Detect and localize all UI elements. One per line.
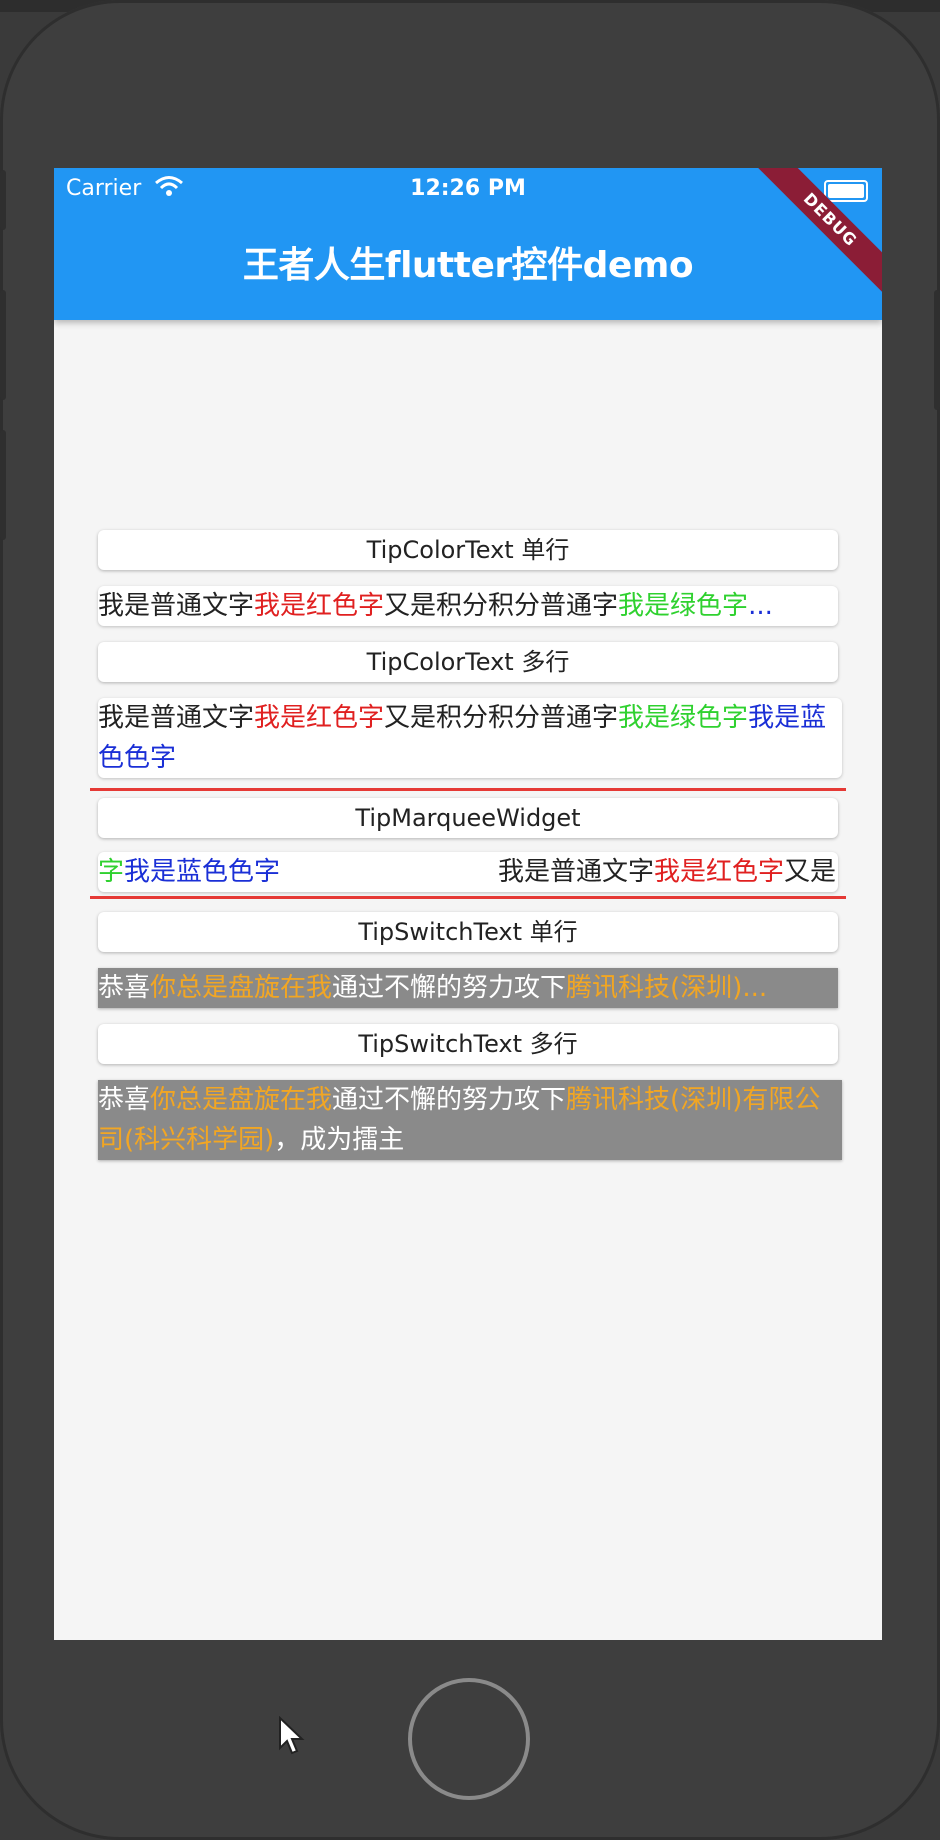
marquee-text-left: 字我是蓝色色字 — [98, 852, 280, 892]
app-bar: Carrier 12:26 PM 王者人生flutter控件demo — [54, 168, 882, 320]
side-button — [0, 290, 6, 400]
text-segment: 我是普通文字 — [98, 703, 255, 733]
tip-color-multi-text: 我是普通文字我是红色字又是积分积分普通字我是绿色字我是蓝色色字 — [98, 698, 842, 778]
text-segment-blue: 我是蓝色色字 — [124, 857, 281, 887]
status-time: 12:26 PM — [410, 176, 526, 201]
app-screen: Carrier 12:26 PM 王者人生flutter控件demo DEBUG… — [54, 168, 882, 1640]
tip-marquee-button[interactable]: TipMarqueeWidget — [98, 798, 838, 838]
text-segment-red: 我是红色字 — [254, 591, 385, 621]
home-button[interactable] — [408, 1678, 530, 1800]
text-segment: 恭喜 — [98, 1085, 151, 1115]
text-segment-orange: 你总是盘旋在我 — [150, 973, 333, 1003]
status-bar: Carrier 12:26 PM — [54, 168, 882, 208]
text-segment-green: 字 — [98, 857, 125, 887]
text-segment: 又是 — [784, 857, 837, 887]
side-button — [934, 290, 940, 410]
side-button — [0, 430, 6, 540]
tip-color-single-button[interactable]: TipColorText 单行 — [98, 530, 838, 570]
text-segment: 我是普通文字 — [98, 591, 255, 621]
divider-line — [90, 896, 846, 899]
divider-line — [90, 788, 846, 791]
tip-switch-single-text: 恭喜你总是盘旋在我通过不懈的努力攻下腾讯科技(深圳)... — [98, 968, 838, 1008]
text-segment: 又是积分积分普通字 — [384, 703, 619, 733]
tip-switch-multi-text: 恭喜你总是盘旋在我通过不懈的努力攻下腾讯科技(深圳)有限公司(科兴科学园)，成为… — [98, 1080, 842, 1160]
tip-color-multi-button[interactable]: TipColorText 多行 — [98, 642, 838, 682]
tip-color-single-text: 我是普通文字我是红色字又是积分积分普通字我是绿色字... — [98, 586, 838, 626]
page-title: 王者人生flutter控件demo — [242, 245, 694, 286]
text-segment: 我是普通文字 — [498, 857, 655, 887]
text-segment-orange: 腾讯科技(深圳)... — [566, 973, 768, 1003]
tip-switch-single-button[interactable]: TipSwitchText 单行 — [98, 912, 838, 952]
text-segment-green: 我是绿色字 — [618, 703, 749, 733]
text-segment: 通过不懈的努力攻下 — [332, 973, 567, 1003]
text-segment: 恭喜 — [98, 973, 151, 1003]
phone-frame: Carrier 12:26 PM 王者人生flutter控件demo DEBUG… — [0, 0, 940, 1840]
text-segment-orange: 你总是盘旋在我 — [150, 1085, 333, 1115]
mouse-cursor-icon — [279, 1716, 305, 1755]
text-segment: 又是积分积分普通字 — [384, 591, 619, 621]
text-segment-red: 我是红色字 — [254, 703, 385, 733]
text-ellipsis: ... — [748, 591, 773, 621]
battery-icon — [824, 180, 868, 202]
text-segment-red: 我是红色字 — [654, 857, 785, 887]
side-button — [0, 170, 6, 230]
tip-switch-multi-button[interactable]: TipSwitchText 多行 — [98, 1024, 838, 1064]
marquee-text-right: 我是普通文字我是红色字又是 — [498, 852, 836, 892]
text-segment-green: 我是绿色字 — [618, 591, 749, 621]
marquee-widget: 字我是蓝色色字 我是普通文字我是红色字又是 — [98, 852, 838, 892]
text-segment: ，成为擂主 — [274, 1125, 405, 1155]
text-segment: 通过不懈的努力攻下 — [332, 1085, 567, 1115]
